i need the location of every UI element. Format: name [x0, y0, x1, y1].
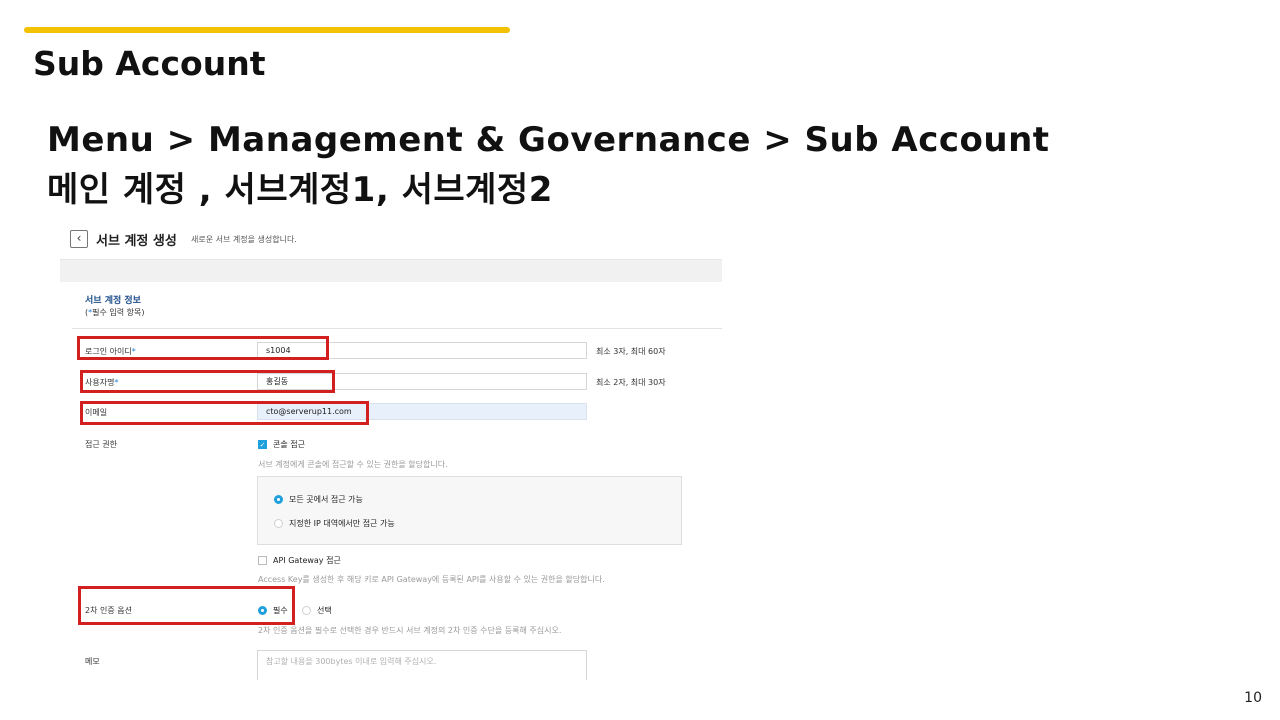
page-title: 서브 계정 생성: [96, 234, 177, 249]
console-access-scope-box: 모든 곳에서 접근 가능 지정한 IP 대역에서만 접근 가능: [257, 476, 682, 545]
accounts-heading: 메인 계정 , 서브계정1, 서브계정2: [47, 170, 553, 210]
memo-textarea[interactable]: 참고할 내용을 300bytes 이내로 입력해 주십시오.: [257, 650, 587, 680]
header-band: [60, 259, 722, 282]
radio-access-ip-range-label: 지정한 IP 대역에서만 접근 가능: [289, 519, 395, 528]
highlight-two-factor: [78, 586, 295, 625]
console-screenshot: ‹ 서브 계정 생성 새로운 서브 계정을 생성합니다. 서브 계정 정보 (*…: [60, 222, 722, 680]
api-gateway-desc: Access Key를 생성한 후 해당 키로 API Gateway에 등록된…: [258, 575, 605, 584]
two-factor-desc: 2차 인증 옵션을 필수로 선택한 경우 반드시 서브 계정의 2차 인증 수단…: [258, 626, 562, 635]
radio-access-ip-range[interactable]: [274, 519, 283, 528]
back-button[interactable]: ‹: [70, 230, 88, 248]
highlight-email: [80, 401, 369, 425]
login-id-hint: 최소 3자, 최대 60자: [596, 347, 666, 356]
highlight-user-name: [80, 370, 335, 393]
page-number: 10: [1244, 690, 1262, 706]
radio-access-everywhere[interactable]: [274, 495, 283, 504]
page-description: 새로운 서브 계정을 생성합니다.: [191, 235, 297, 244]
api-gateway-checkbox[interactable]: [258, 556, 267, 565]
console-access-label: 콘솔 접근: [273, 440, 305, 449]
radio-2fa-optional-label: 선택: [317, 606, 332, 615]
chevron-left-icon: ‹: [76, 231, 82, 245]
radio-access-everywhere-label: 모든 곳에서 접근 가능: [289, 495, 363, 504]
slide-title: Sub Account: [33, 44, 266, 83]
console-access-desc: 서브 계정에게 콘솔에 접근할 수 있는 권한을 할당합니다.: [258, 460, 448, 469]
accent-bar: [24, 27, 510, 33]
section-title: 서브 계정 정보: [85, 296, 141, 306]
user-name-hint: 최소 2자, 최대 30자: [596, 378, 666, 387]
console-access-checkbox[interactable]: ✓: [258, 440, 267, 449]
required-note: (*필수 입력 항목): [85, 308, 145, 317]
highlight-login-id: [77, 336, 329, 360]
menu-path-heading: Menu > Management & Governance > Sub Acc…: [47, 120, 1050, 160]
memo-label: 메모: [85, 657, 100, 666]
check-icon: ✓: [259, 441, 266, 449]
access-label: 접근 권한: [85, 440, 117, 449]
radio-2fa-optional[interactable]: [302, 606, 311, 615]
api-gateway-label: API Gateway 접근: [273, 556, 341, 565]
section-divider: [72, 328, 722, 329]
